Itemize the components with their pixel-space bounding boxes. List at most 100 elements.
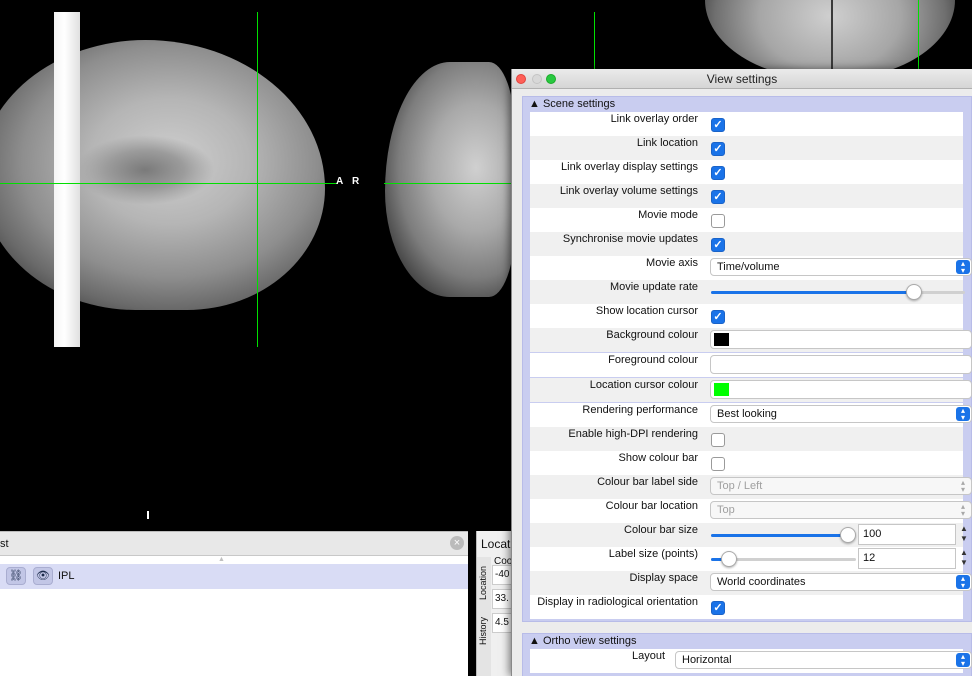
background-colour-picker[interactable] xyxy=(710,330,972,349)
colour-bar-label-side-select[interactable]: Top / Left ▴ ▾ xyxy=(710,477,972,495)
setting-row-background-colour: Background colour xyxy=(530,328,972,352)
stepper-arrows-icon[interactable]: ▲ ▼ xyxy=(958,548,970,569)
setting-row-movie-rate: Movie update rate xyxy=(530,280,965,304)
eye-icon[interactable]: 👁 xyxy=(33,567,53,585)
setting-row-colour-bar-location: Colour bar location Top ▴ ▾ xyxy=(530,499,972,523)
canvas-tick xyxy=(147,511,149,519)
coronal-brain-image xyxy=(385,62,515,297)
right-label: R xyxy=(352,176,360,187)
movie-mode-checkbox[interactable] xyxy=(711,214,725,228)
slider-knob[interactable] xyxy=(840,527,856,543)
slider-fill xyxy=(711,291,914,294)
resize-grip-icon[interactable]: ▲ xyxy=(218,556,225,563)
chevron-updown-icon: ▴ ▾ xyxy=(960,478,965,494)
setting-row-link-display: Link overlay display settings ✓ xyxy=(530,160,963,184)
select-value: World coordinates xyxy=(717,576,806,588)
overlay-name: IPL xyxy=(58,570,75,582)
foreground-colour-picker[interactable] xyxy=(710,355,972,374)
setting-row-layout: Layout Horizontal ▴ ▾ xyxy=(530,649,972,673)
coronal-cursor-horizontal xyxy=(384,183,512,184)
setting-label: Display space xyxy=(629,572,698,584)
colour-bar-size-slider[interactable] xyxy=(711,527,856,543)
stepper-arrows-icon[interactable]: ▲ ▼ xyxy=(958,524,970,545)
setting-label: Movie update rate xyxy=(609,281,698,293)
layout-select[interactable]: Horizontal ▴ ▾ xyxy=(675,651,972,669)
link-location-checkbox[interactable]: ✓ xyxy=(711,142,725,156)
location-tabs: Location History xyxy=(477,557,491,676)
link-display-settings-checkbox[interactable]: ✓ xyxy=(711,166,725,180)
coronal-cursor-vertical xyxy=(594,12,595,69)
overlay-list-title: st xyxy=(0,538,9,550)
setting-row-link-location: Link location ✓ xyxy=(530,136,963,160)
cursor-colour-picker[interactable] xyxy=(710,380,972,399)
slider-knob[interactable] xyxy=(721,551,737,567)
show-cursor-checkbox[interactable]: ✓ xyxy=(711,310,725,324)
setting-row-foreground-colour: Foreground colour xyxy=(530,353,972,377)
view-settings-window: View settings ▲ Scene settings Link over… xyxy=(511,69,972,676)
setting-label: Link overlay volume settings xyxy=(559,185,698,197)
link-icon[interactable]: ⛓ xyxy=(6,567,26,585)
setting-label: Link overlay display settings xyxy=(561,161,698,173)
slider-fill xyxy=(711,534,848,537)
setting-label: Background colour xyxy=(606,329,698,341)
select-value: Best looking xyxy=(717,408,777,420)
display-space-select[interactable]: World coordinates ▴ ▾ xyxy=(710,573,972,591)
setting-row-colour-bar-label-side: Colour bar label side Top / Left ▴ ▾ xyxy=(530,475,972,499)
setting-row-link-volume: Link overlay volume settings ✓ xyxy=(530,184,963,208)
setting-label: Link overlay order xyxy=(610,113,698,125)
rendering-performance-select[interactable]: Best looking ▴ ▾ xyxy=(710,405,972,423)
chevron-updown-icon: ▴ ▾ xyxy=(956,260,970,275)
overlay-list-panel: st × ▲ ⛓ 👁 IPL xyxy=(0,531,468,676)
movie-rate-slider[interactable] xyxy=(711,284,965,300)
select-value: Time/volume xyxy=(717,261,780,273)
axial-cursor-vertical xyxy=(918,0,919,69)
setting-label: Colour bar location xyxy=(605,500,698,512)
axial-midline xyxy=(831,0,833,70)
setting-row-movie-mode: Movie mode xyxy=(530,208,963,232)
setting-row-sync-movie: Synchronise movie updates ✓ xyxy=(530,232,963,256)
setting-label: Layout xyxy=(631,650,665,662)
colour-swatch xyxy=(714,358,729,371)
colour-bar-location-select[interactable]: Top ▴ ▾ xyxy=(710,501,972,519)
setting-label: Display in radiological orientation xyxy=(537,596,698,608)
chevron-updown-icon: ▴ ▾ xyxy=(956,407,970,422)
scene-settings-header[interactable]: ▲ Scene settings xyxy=(523,97,971,111)
link-volume-settings-checkbox[interactable]: ✓ xyxy=(711,190,725,204)
setting-label: Synchronise movie updates xyxy=(562,233,698,245)
link-overlay-order-checkbox[interactable]: ✓ xyxy=(711,118,725,132)
select-value: Top / Left xyxy=(717,480,763,492)
window-title: View settings xyxy=(706,72,778,86)
setting-label: Show location cursor xyxy=(595,305,698,317)
overlay-slab xyxy=(54,12,80,347)
label-size-input[interactable]: 12 xyxy=(858,548,956,569)
slider-knob[interactable] xyxy=(906,284,922,300)
high-dpi-checkbox[interactable] xyxy=(711,433,725,447)
colour-bar-size-input[interactable]: 100 xyxy=(858,524,956,545)
setting-row-cursor-colour: Location cursor colour xyxy=(530,378,972,402)
colour-swatch xyxy=(714,383,729,396)
chevron-updown-icon: ▴ ▾ xyxy=(956,653,970,668)
setting-row-radiological: Display in radiological orientation ✓ xyxy=(530,595,963,619)
setting-row-display-space: Display space World coordinates ▴ ▾ xyxy=(530,571,972,595)
setting-row-movie-axis: Movie axis Time/volume ▴ ▾ xyxy=(530,256,972,280)
show-colour-bar-checkbox[interactable] xyxy=(711,457,725,471)
window-titlebar[interactable]: View settings xyxy=(512,69,972,89)
sync-movie-checkbox[interactable]: ✓ xyxy=(711,238,725,252)
close-panel-icon[interactable]: × xyxy=(450,536,464,550)
overlay-list-header: st × xyxy=(0,532,468,556)
radiological-checkbox[interactable]: ✓ xyxy=(711,601,725,615)
setting-label: Location cursor colour xyxy=(589,379,698,391)
setting-label: Show colour bar xyxy=(618,452,699,464)
label-size-slider[interactable] xyxy=(711,551,856,567)
setting-row-link-overlay-order: Link overlay order ✓ xyxy=(530,112,963,136)
movie-axis-select[interactable]: Time/volume ▴ ▾ xyxy=(710,258,972,276)
setting-label: Label size (points) xyxy=(608,548,698,560)
colour-swatch xyxy=(714,333,729,346)
setting-row-colour-bar-size: Colour bar size 100 ▲ ▼ xyxy=(530,523,968,547)
tab-history[interactable]: History xyxy=(478,609,490,653)
setting-label: Movie mode xyxy=(638,209,698,221)
ortho-settings-header[interactable]: ▲ Ortho view settings xyxy=(523,634,971,648)
tab-location[interactable]: Location xyxy=(478,559,490,607)
overlay-row[interactable]: ⛓ 👁 IPL xyxy=(0,564,468,589)
setting-label: Colour bar size xyxy=(624,524,698,536)
